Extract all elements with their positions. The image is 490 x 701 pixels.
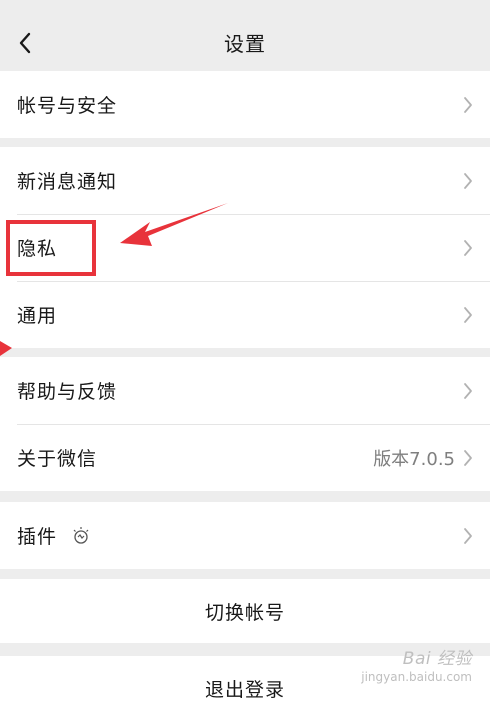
settings-item-label: 通用 <box>17 305 58 327</box>
chevron-right-icon <box>464 527 472 544</box>
settings-item-label: 帐号与安全 <box>17 95 118 117</box>
settings-item-label: 关于微信 <box>17 448 98 470</box>
settings-item-plugins[interactable]: 插件 <box>0 502 490 569</box>
switch-account-label: 切换帐号 <box>204 601 285 624</box>
settings-item-label: 帮助与反馈 <box>17 381 118 403</box>
watermark-brand: Bai 经验 <box>402 649 472 669</box>
chevron-right-icon <box>464 306 472 323</box>
settings-item-about[interactable]: 关于微信 版本7.0.5 <box>0 424 490 491</box>
chevron-right-icon <box>464 382 472 399</box>
settings-item-label: 隐私 <box>17 238 58 260</box>
version-value: 版本7.0.5 <box>373 448 455 470</box>
watermark-url: jingyan.baidu.com <box>361 670 472 685</box>
chevron-right-icon <box>464 172 472 189</box>
settings-item-account-security[interactable]: 帐号与安全 <box>0 71 490 138</box>
settings-group-help: 帮助与反馈 关于微信 版本7.0.5 <box>0 357 490 491</box>
settings-item-label: 插件 <box>17 526 58 548</box>
plugin-bulb-icon <box>73 526 89 544</box>
navigation-bar: 设置 <box>0 0 490 72</box>
watermark: Bai 经验 jingyan.baidu.com <box>361 648 472 686</box>
chevron-right-icon <box>464 239 472 256</box>
switch-account-button[interactable]: 切换帐号 <box>0 579 490 643</box>
settings-item-help-feedback[interactable]: 帮助与反馈 <box>0 357 490 424</box>
page-title: 设置 <box>224 32 266 56</box>
settings-item-label: 新消息通知 <box>17 171 118 193</box>
chevron-right-icon <box>464 449 472 466</box>
settings-item-general[interactable]: 通用 <box>0 281 490 348</box>
settings-group-account: 帐号与安全 <box>0 71 490 138</box>
settings-item-privacy[interactable]: 隐私 <box>0 214 490 281</box>
settings-group-general: 新消息通知 隐私 通用 <box>0 147 490 348</box>
chevron-right-icon <box>464 96 472 113</box>
logout-label: 退出登录 <box>204 678 285 701</box>
settings-item-notifications[interactable]: 新消息通知 <box>0 147 490 214</box>
settings-group-plugins: 插件 <box>0 502 490 569</box>
